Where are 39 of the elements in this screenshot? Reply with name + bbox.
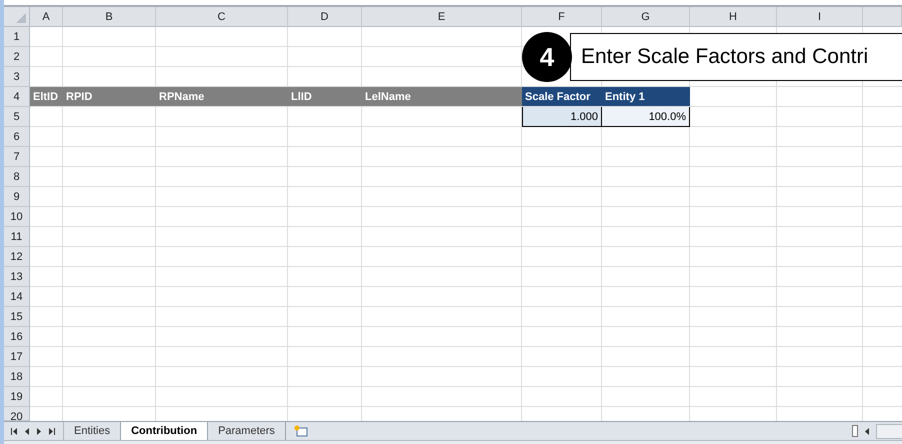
row-header[interactable]: 19: [4, 387, 30, 407]
row-header[interactable]: 15: [4, 307, 30, 327]
horizontal-scrollbar[interactable]: [876, 424, 902, 438]
row-header[interactable]: 13: [4, 267, 30, 287]
split-handle[interactable]: [852, 425, 858, 437]
row-header[interactable]: 8: [4, 167, 30, 187]
table-header-cell: EltID: [30, 87, 63, 106]
row-header[interactable]: 14: [4, 287, 30, 307]
sheet-tab[interactable]: Contribution: [121, 422, 208, 440]
row-header[interactable]: 9: [4, 187, 30, 207]
row-header[interactable]: 3: [4, 67, 30, 87]
next-sheet-icon[interactable]: [36, 426, 42, 436]
row-header[interactable]: 18: [4, 367, 30, 387]
row-header[interactable]: 7: [4, 147, 30, 167]
row-header[interactable]: 20: [4, 407, 30, 421]
row-header[interactable]: 11: [4, 227, 30, 247]
input-cell[interactable]: 1.000: [522, 107, 602, 127]
table-header-cell: LlID: [288, 87, 362, 106]
table-header-cell: RPName: [156, 87, 288, 106]
row-header[interactable]: 1: [4, 27, 30, 47]
table-header-cell: Scale Factor: [522, 87, 602, 106]
first-sheet-icon[interactable]: [10, 426, 18, 436]
row-header[interactable]: 2: [4, 47, 30, 67]
scroll-left-icon[interactable]: [863, 426, 871, 436]
row-header[interactable]: 4: [4, 87, 30, 107]
table-header-cell: LelName: [362, 87, 522, 106]
row-header[interactable]: 6: [4, 127, 30, 147]
row-header[interactable]: 17: [4, 347, 30, 367]
previous-sheet-icon[interactable]: [24, 426, 30, 436]
row-header[interactable]: 16: [4, 327, 30, 347]
table-header-cell: Entity 1: [602, 87, 690, 106]
insert-sheet-icon[interactable]: [294, 425, 308, 437]
step-title: Enter Scale Factors and Contri: [570, 33, 902, 81]
row-header[interactable]: 10: [4, 207, 30, 227]
table-header-cell: RPID: [63, 87, 156, 106]
input-cell[interactable]: 100.0%: [602, 107, 690, 127]
row-header[interactable]: 12: [4, 247, 30, 267]
last-sheet-icon[interactable]: [48, 426, 56, 436]
row-header[interactable]: 5: [4, 107, 30, 127]
